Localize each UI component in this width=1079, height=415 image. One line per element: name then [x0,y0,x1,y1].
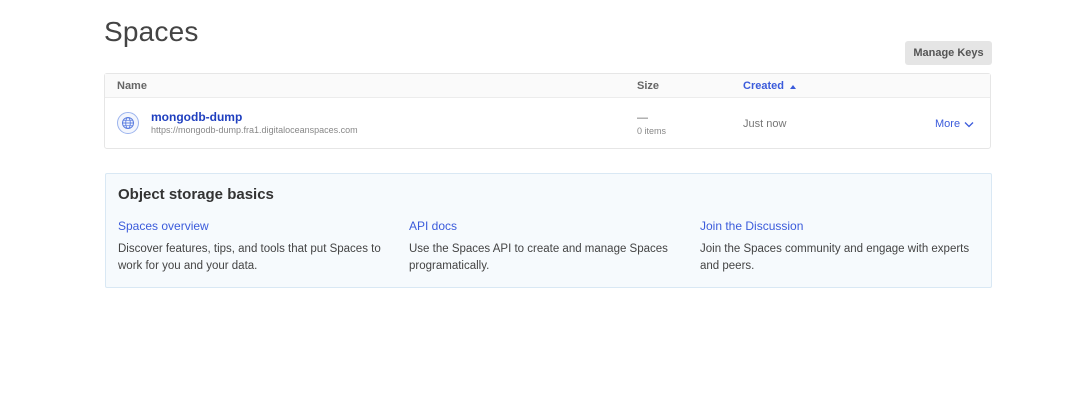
table-row: mongodb-dump https://mongodb-dump.fra1.d… [105,98,990,148]
basics-column-discussion: Join the Discussion Join the Spaces comm… [700,219,982,275]
spaces-page: Spaces Manage Keys Name Size Created mon… [0,0,1079,415]
spaces-table: Name Size Created mongodb-dump https://m… [104,73,991,149]
spaces-overview-description: Discover features, tips, and tools that … [118,243,381,272]
basics-column-api-docs: API docs Use the Spaces API to create an… [409,219,691,275]
space-item-count: 0 items [637,126,667,136]
more-menu-label: More [935,118,961,130]
sort-ascending-icon [789,84,796,89]
column-header-created-label: Created [743,80,784,92]
space-name-link[interactable]: mongodb-dump [151,110,242,124]
column-header-name[interactable]: Name [117,80,147,92]
space-url: https://mongodb-dump.fra1.digitaloceansp… [151,125,358,135]
object-storage-basics-panel: Object storage basics Spaces overview Di… [105,173,992,288]
api-docs-link[interactable]: API docs [409,219,691,233]
column-header-created[interactable]: Created [743,80,796,92]
basics-title: Object storage basics [118,186,274,203]
api-docs-description: Use the Spaces API to create and manage … [409,243,668,272]
table-header: Name Size Created [105,74,990,98]
basics-column-spaces-overview: Spaces overview Discover features, tips,… [118,219,400,275]
manage-keys-button[interactable]: Manage Keys [905,41,992,65]
space-size: — [637,112,648,124]
space-created: Just now [743,118,787,130]
page-title: Spaces [104,16,199,47]
column-header-size[interactable]: Size [637,80,659,92]
more-menu-button[interactable]: More [935,118,974,130]
space-globe-icon [117,112,139,134]
spaces-overview-link[interactable]: Spaces overview [118,219,400,233]
join-discussion-link[interactable]: Join the Discussion [700,219,982,233]
join-discussion-description: Join the Spaces community and engage wit… [700,243,970,272]
chevron-down-icon [964,121,974,127]
